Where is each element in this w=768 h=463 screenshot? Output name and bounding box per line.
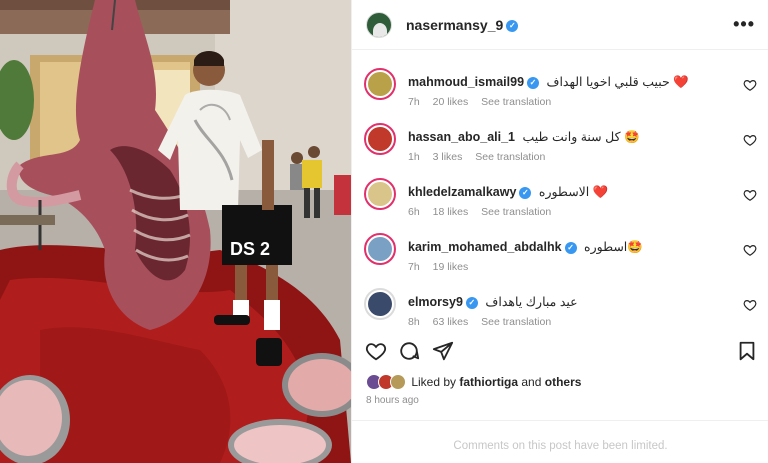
comment-username[interactable]: khledelzamalkawy [408, 185, 516, 199]
comment-meta: 8h 63 likes See translation [408, 316, 561, 328]
liker-avatars[interactable] [366, 374, 408, 390]
svg-text:DS 2: DS 2 [230, 239, 270, 259]
author-name-row[interactable]: nasermansy_9 ✓ [406, 17, 519, 33]
comment-time: 7h [408, 96, 420, 108]
author-username[interactable]: nasermansy_9 [406, 17, 503, 33]
heart-icon[interactable] [743, 188, 757, 202]
comment-item: elmorsy9 ✓ عيد مبارك ياهداف 8h 63 likes S… [352, 288, 768, 343]
comment-username[interactable]: elmorsy9 [408, 295, 463, 309]
comment-text-row: karim_mohamed_abdalhk ✓ اسطوره🤩 [408, 239, 643, 255]
comment-text-row: elmorsy9 ✓ عيد مبارك ياهداف [408, 294, 578, 309]
comment-meta: 7h 19 likes [408, 261, 478, 273]
comments-limited-notice: Comments on this post have been limited. [453, 440, 668, 452]
comment-body: عيد مبارك ياهداف [485, 295, 578, 309]
commenter-avatar[interactable] [364, 288, 396, 320]
heart-icon[interactable] [743, 298, 757, 312]
commenter-avatar[interactable] [364, 68, 396, 100]
verified-badge-icon: ✓ [465, 296, 478, 309]
comment-likes[interactable]: 63 likes [433, 316, 469, 328]
comment-body: الاسطوره ❤️ [538, 185, 609, 199]
comment-username[interactable]: karim_mohamed_abdalhk [408, 240, 562, 254]
post-action-bar [352, 336, 768, 366]
comment-item: khledelzamalkawy ✓ الاسطوره ❤️ 6h 18 like… [352, 178, 768, 233]
comment-body: حبيب قلبي اخويا الهداف ❤️ [546, 75, 689, 89]
comment-meta: 6h 18 likes See translation [408, 206, 561, 218]
post-photo[interactable]: DS 2 [0, 0, 351, 463]
comments-list: mahmoud_ismail99 ✓ حبيب قلبي اخويا الهداف… [352, 50, 768, 330]
comment-time: 6h [408, 206, 420, 218]
heart-icon[interactable] [365, 340, 387, 362]
comment-item: karim_mohamed_abdalhk ✓ اسطوره🤩 7h 19 lik… [352, 233, 768, 288]
comment-time: 7h [408, 261, 420, 273]
post-header: nasermansy_9 ✓ ••• [352, 0, 768, 50]
bookmark-icon[interactable] [736, 340, 758, 362]
comment-likes[interactable]: 19 likes [433, 261, 469, 273]
see-translation-link[interactable]: See translation [475, 151, 545, 163]
commenter-avatar[interactable] [364, 178, 396, 210]
more-horizontal-icon[interactable]: ••• [733, 13, 755, 35]
post-side-panel: nasermansy_9 ✓ ••• mahmoud_ismail99 ✓ حبيب… [351, 0, 768, 463]
comment-footer: Comments on this post have been limited. [352, 420, 768, 463]
see-translation-link[interactable]: See translation [481, 316, 551, 328]
heart-icon[interactable] [743, 78, 757, 92]
liked-by-others[interactable]: others [545, 375, 582, 389]
comment-time: 8h [408, 316, 420, 328]
comment-likes[interactable]: 3 likes [433, 151, 463, 163]
comment-body: كل سنة وانت طيب 🤩 [522, 130, 640, 144]
comment-meta: 1h 3 likes See translation [408, 151, 555, 163]
liker-avatar [390, 374, 406, 390]
heart-icon[interactable] [743, 133, 757, 147]
send-icon[interactable] [432, 340, 454, 362]
photo-scene: DS 2 [0, 0, 351, 463]
verified-badge-icon: ✓ [519, 186, 532, 199]
see-translation-link[interactable]: See translation [481, 206, 551, 218]
comment-body: اسطوره🤩 [584, 240, 643, 254]
liked-by-and: and [518, 375, 545, 389]
comment-meta: 7h 20 likes See translation [408, 96, 561, 108]
comment-item: hassan_abo_ali_1 كل سنة وانت طيب 🤩 1h 3 … [352, 123, 768, 178]
comment-likes[interactable]: 18 likes [433, 206, 469, 218]
comment-item: mahmoud_ismail99 ✓ حبيب قلبي اخويا الهداف… [352, 68, 768, 123]
verified-badge-icon: ✓ [527, 76, 540, 89]
heart-icon[interactable] [743, 243, 757, 257]
liked-by-user[interactable]: fathiortiga [459, 375, 518, 389]
commenter-avatar[interactable] [364, 233, 396, 265]
comment-icon[interactable] [398, 340, 420, 362]
verified-badge-icon: ✓ [506, 20, 519, 33]
author-avatar[interactable] [366, 12, 392, 38]
liked-by-prefix: Liked by [411, 375, 460, 389]
comment-text-row: mahmoud_ismail99 ✓ حبيب قلبي اخويا الهداف… [408, 74, 689, 90]
comment-text-row: hassan_abo_ali_1 كل سنة وانت طيب 🤩 [408, 129, 640, 145]
liked-by-row: Liked by fathiortiga and others [366, 374, 581, 392]
comment-username[interactable]: hassan_abo_ali_1 [408, 130, 515, 144]
comment-time: 1h [408, 151, 420, 163]
commenter-avatar[interactable] [364, 123, 396, 155]
comment-likes[interactable]: 20 likes [433, 96, 469, 108]
comment-text-row: khledelzamalkawy ✓ الاسطوره ❤️ [408, 184, 608, 200]
see-translation-link[interactable]: See translation [481, 96, 551, 108]
comment-username[interactable]: mahmoud_ismail99 [408, 75, 524, 89]
verified-badge-icon: ✓ [564, 241, 577, 254]
post-timestamp[interactable]: 8 hours ago [366, 395, 419, 406]
